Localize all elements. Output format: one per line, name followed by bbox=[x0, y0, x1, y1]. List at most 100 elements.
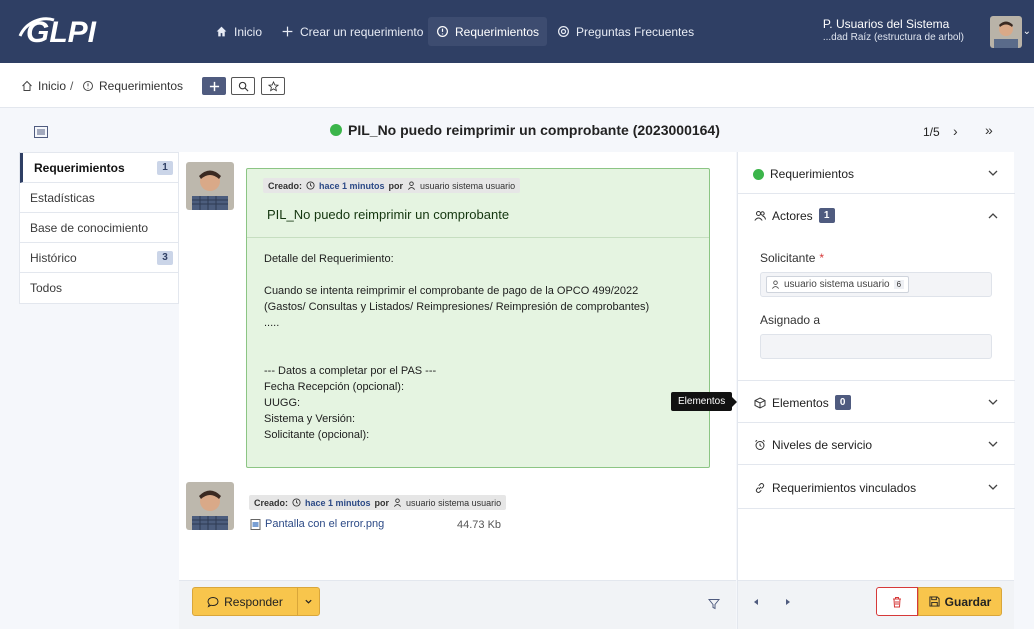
followup-bubble: Creado: hace 1 minutos por usuario siste… bbox=[246, 168, 710, 468]
breadcrumb-home[interactable]: Inicio bbox=[21, 79, 66, 93]
clock-icon bbox=[292, 498, 301, 507]
chevron-down-icon[interactable]: ⌄ bbox=[1023, 26, 1031, 37]
tab-requerimientos[interactable]: Requerimientos 1 bbox=[20, 153, 178, 183]
section-title: Elementos bbox=[772, 395, 829, 410]
chevron-down-icon[interactable] bbox=[987, 481, 999, 493]
nav-item-preguntas-frecuentes[interactable]: Preguntas Frecuentes bbox=[549, 17, 702, 46]
chevron-down-icon[interactable] bbox=[987, 396, 999, 408]
section-status[interactable]: Requerimientos bbox=[738, 152, 1015, 194]
tab-base-conocimiento[interactable]: Base de conocimiento bbox=[20, 213, 178, 243]
ticket-status-icon bbox=[437, 26, 448, 37]
chevron-down-icon[interactable] bbox=[987, 167, 999, 179]
user-name: P. Usuarios del Sistema bbox=[822, 17, 950, 31]
nav-item-label: Inicio bbox=[234, 24, 263, 39]
reply-button-label: Responder bbox=[224, 594, 283, 609]
divider bbox=[247, 237, 709, 238]
nav-item-inicio[interactable]: Inicio bbox=[207, 17, 270, 46]
created-label: Creado: bbox=[268, 180, 303, 191]
caret-left-icon[interactable] bbox=[751, 597, 761, 607]
section-items[interactable]: Elementos 0 bbox=[738, 381, 1015, 423]
by-label: por bbox=[374, 497, 390, 508]
avatar bbox=[186, 162, 234, 210]
tab-todos[interactable]: Todos bbox=[20, 273, 178, 303]
nav-item-crear-requerimiento[interactable]: Crear un requerimiento bbox=[273, 17, 431, 46]
clock-icon bbox=[306, 181, 315, 190]
requester-label: Solicitante * bbox=[760, 251, 824, 265]
nav-item-requerimientos[interactable]: Requerimientos bbox=[428, 17, 548, 46]
logo-text: GLPI bbox=[26, 16, 97, 48]
nav-item-label: Preguntas Frecuentes bbox=[576, 24, 695, 39]
tab-historico[interactable]: Histórico 3 bbox=[20, 243, 178, 273]
glpi-logo[interactable]: GLPI bbox=[18, 14, 102, 48]
filter-icon[interactable] bbox=[708, 598, 720, 610]
requester-label-text: Solicitante bbox=[760, 251, 816, 265]
followup-content: Detalle del Requerimiento: Cuando se int… bbox=[264, 253, 650, 441]
chevron-down-icon[interactable] bbox=[987, 438, 999, 450]
user-icon bbox=[408, 181, 416, 190]
list-toggle-icon[interactable] bbox=[34, 126, 48, 138]
required-mark: * bbox=[819, 251, 825, 265]
avatar bbox=[186, 482, 234, 530]
double-chevron-right-icon[interactable]: » bbox=[985, 122, 993, 138]
box-icon bbox=[754, 396, 766, 409]
bookmark-button[interactable] bbox=[261, 77, 285, 95]
breadcrumb-home-label: Inicio bbox=[38, 79, 67, 93]
actors-header[interactable]: Actores 1 bbox=[754, 208, 835, 223]
nav-item-label: Requerimientos bbox=[455, 24, 540, 39]
document-link[interactable]: Pantalla con el error.png bbox=[250, 518, 384, 530]
trash-icon bbox=[893, 596, 901, 607]
link-icon bbox=[755, 483, 765, 493]
side-panel-footer: Guardar bbox=[737, 580, 1014, 629]
author-name[interactable]: usuario sistema usuario bbox=[420, 181, 515, 191]
star-icon bbox=[267, 80, 279, 91]
document-size: 44.73 Kb bbox=[457, 519, 502, 531]
save-button[interactable]: Guardar bbox=[918, 587, 1002, 616]
section-linked[interactable]: Requerimientos vinculados bbox=[738, 465, 1015, 509]
chevron-right-icon[interactable]: › bbox=[953, 123, 958, 139]
user-menu[interactable]: P. Usuarios del Sistema ...dad Raíz (est… bbox=[823, 17, 964, 45]
created-meta: Creado: hace 1 minutos por usuario siste… bbox=[249, 495, 507, 510]
assigned-field[interactable] bbox=[760, 334, 992, 359]
requester-chip[interactable]: usuario sistema usuario 6 bbox=[766, 276, 910, 293]
caret-right-icon[interactable] bbox=[783, 597, 793, 607]
reply-button[interactable]: Responder bbox=[192, 587, 298, 616]
chevron-up-icon[interactable] bbox=[987, 210, 999, 222]
breadcrumb: Inicio / Requerimientos bbox=[0, 63, 1034, 108]
user-icon bbox=[394, 498, 402, 507]
breadcrumb-current-label: Requerimientos bbox=[99, 79, 184, 93]
requester-count: 6 bbox=[893, 280, 905, 289]
followup-title: PIL_No puedo reimprimir un comprobante bbox=[267, 207, 510, 222]
reply-dropdown-button[interactable] bbox=[297, 587, 320, 616]
breadcrumb-requerimientos[interactable]: Requerimientos bbox=[82, 79, 183, 93]
items-count-badge: 0 bbox=[834, 395, 851, 410]
ticket-side-panel: Requerimientos Actores 1 Solicitante * us… bbox=[737, 152, 1015, 580]
ticket-status-icon bbox=[83, 81, 93, 91]
left-tabs: Requerimientos 1 Estadísticas Base de co… bbox=[19, 152, 179, 304]
search-icon bbox=[238, 81, 248, 91]
image-file-icon bbox=[250, 518, 261, 530]
requester-name: usuario sistema usuario bbox=[784, 279, 890, 290]
ticket-header: PIL_No puedo reimprimir un comprobante (… bbox=[0, 109, 1034, 151]
tab-label: Requerimientos bbox=[34, 160, 125, 175]
section-sla[interactable]: Niveles de servicio bbox=[738, 423, 1015, 465]
add-button[interactable] bbox=[202, 77, 226, 95]
plus-icon bbox=[209, 81, 219, 91]
plus-icon bbox=[282, 26, 293, 37]
created-meta: Creado: hace 1 minutos por usuario siste… bbox=[263, 178, 521, 193]
requester-field[interactable]: usuario sistema usuario 6 bbox=[760, 272, 992, 297]
avatar[interactable] bbox=[990, 16, 1022, 48]
author-name[interactable]: usuario sistema usuario bbox=[406, 498, 501, 508]
delete-button[interactable] bbox=[876, 587, 918, 616]
document-name: Pantalla con el error.png bbox=[265, 518, 385, 530]
created-time[interactable]: hace 1 minutos bbox=[319, 181, 385, 191]
users-icon bbox=[754, 210, 766, 221]
status-dot-icon bbox=[330, 124, 342, 136]
save-icon bbox=[929, 596, 940, 607]
tab-estadisticas[interactable]: Estadísticas bbox=[20, 183, 178, 213]
timeline-footer: Responder bbox=[179, 580, 736, 629]
tab-label: Todos bbox=[30, 281, 63, 295]
pager-count: 1/5 bbox=[923, 125, 940, 139]
created-time[interactable]: hace 1 minutos bbox=[305, 498, 371, 508]
section-title: Requerimientos bbox=[770, 167, 855, 181]
search-button[interactable] bbox=[231, 77, 255, 95]
